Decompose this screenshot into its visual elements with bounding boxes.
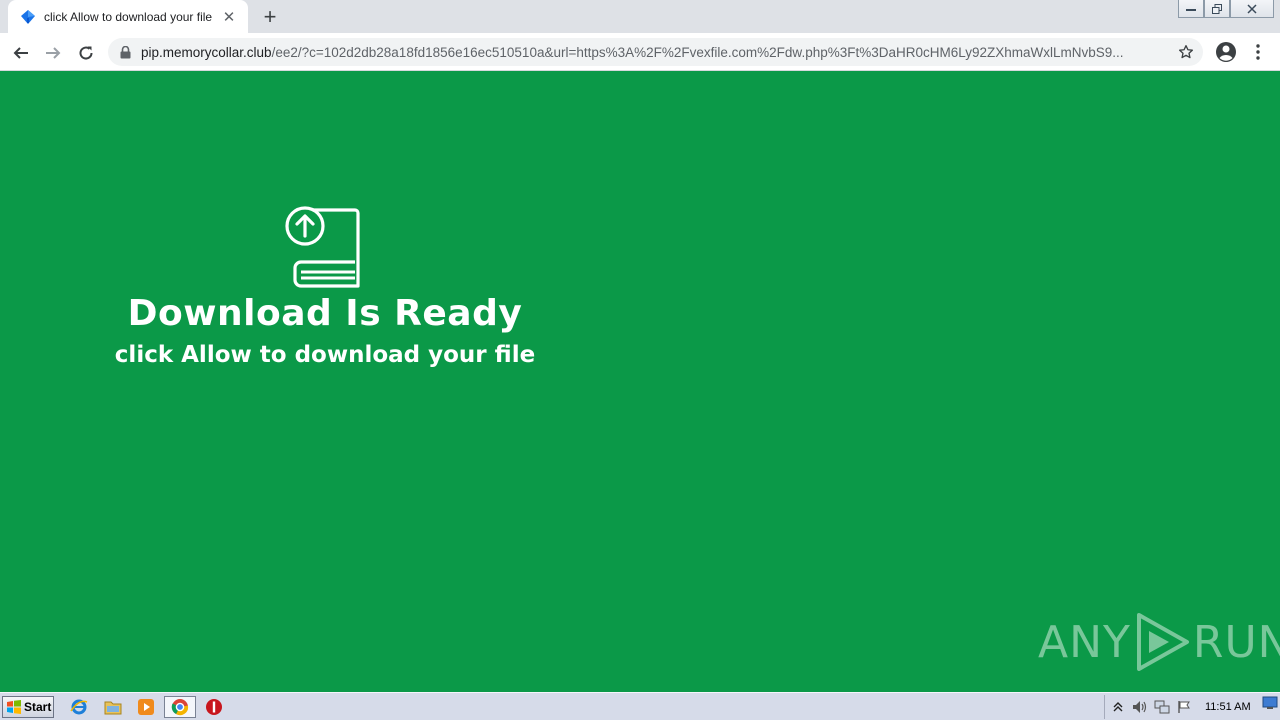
start-button[interactable]: Start [2, 696, 54, 718]
url-host: pip.memorycollar.club [141, 44, 272, 60]
window-controls [1178, 0, 1274, 18]
page-headline: Download Is Ready [127, 293, 523, 334]
lock-icon[interactable] [118, 45, 132, 59]
tab-title: click Allow to download your file [44, 9, 213, 24]
page-content: Download Is Ready click Allow to downloa… [0, 72, 1280, 692]
minimize-button[interactable] [1178, 0, 1204, 18]
show-hidden-icons-icon[interactable] [1109, 698, 1127, 716]
network-icon[interactable] [1153, 698, 1171, 716]
stop-sign-icon[interactable] [203, 697, 225, 717]
watermark-text-right: RUN [1192, 616, 1280, 668]
internet-explorer-icon[interactable] [68, 697, 90, 717]
play-icon [1136, 613, 1189, 671]
tab-close-icon[interactable]: ✕ [220, 8, 238, 26]
browser-titlebar: click Allow to download your file ✕ + [0, 0, 1280, 33]
watermark-text-left: ANY [1038, 616, 1131, 668]
start-label: Start [24, 700, 52, 714]
browser-toolbar: pip.memorycollar.club/ee2/?c=102d2db28a1… [0, 33, 1280, 71]
back-button[interactable] [8, 40, 34, 66]
url-path: /ee2/?c=102d2db28a18fd1856e16ec510510a&u… [271, 44, 1124, 60]
windows-taskbar: Start 11:51 AM [0, 692, 1280, 720]
bookmark-star-icon[interactable] [1177, 43, 1195, 61]
blue-diamond-icon [20, 9, 36, 25]
forward-button[interactable] [40, 40, 66, 66]
media-player-icon[interactable] [135, 697, 157, 717]
browser-menu-icon[interactable] [1250, 40, 1266, 64]
arrow-right-icon [46, 47, 61, 59]
arrow-left-icon [13, 47, 28, 59]
reload-button[interactable] [73, 40, 99, 66]
download-ready-panel: Download Is Ready click Allow to downloa… [100, 206, 550, 370]
taskbar-clock[interactable]: 11:51 AM [1205, 701, 1251, 713]
anyrun-watermark: ANY RUN [1038, 610, 1280, 674]
page-subline: click Allow to download your file [114, 342, 536, 368]
minimize-icon [1186, 8, 1196, 11]
monitor-icon [1262, 696, 1278, 709]
new-tab-button[interactable]: + [258, 5, 282, 29]
chrome-taskbar-icon[interactable] [164, 696, 196, 718]
restore-icon [1212, 3, 1222, 14]
close-icon [1247, 3, 1257, 14]
address-bar[interactable]: pip.memorycollar.club/ee2/?c=102d2db28a1… [108, 38, 1203, 66]
close-window-button[interactable] [1230, 0, 1274, 18]
file-explorer-icon[interactable] [102, 697, 124, 717]
action-center-flag-icon[interactable] [1175, 698, 1193, 716]
restore-button[interactable] [1204, 0, 1230, 18]
url-text[interactable]: pip.memorycollar.club/ee2/?c=102d2db28a1… [141, 45, 1161, 60]
show-desktop-button[interactable] [1262, 696, 1278, 714]
reload-icon [79, 46, 93, 60]
volume-icon[interactable] [1131, 698, 1149, 716]
system-tray: 11:51 AM [1104, 695, 1280, 719]
book-upload-icon [285, 206, 360, 288]
browser-tab[interactable]: click Allow to download your file ✕ [8, 0, 248, 33]
profile-avatar-icon[interactable] [1214, 40, 1238, 64]
windows-logo-icon [7, 700, 21, 714]
